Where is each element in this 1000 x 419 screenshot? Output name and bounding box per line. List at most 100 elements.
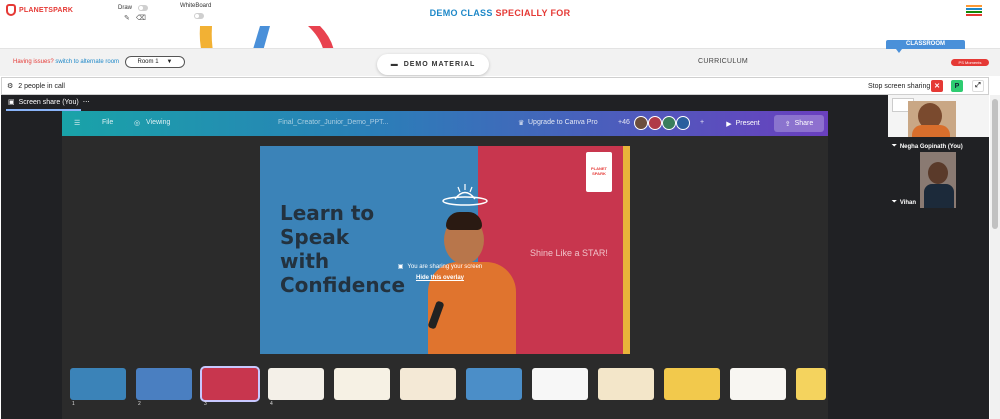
slide-thumbnail[interactable] (730, 368, 786, 400)
gear-icon[interactable]: ⚙ (7, 82, 13, 90)
avatar[interactable] (676, 116, 690, 130)
classroom-caret-icon (896, 49, 902, 53)
collaborator-count[interactable]: +46 (618, 119, 630, 126)
canva-upgrade-link[interactable]: Upgrade to Canva Pro (528, 119, 598, 126)
add-icon[interactable]: + (700, 119, 704, 126)
demo-material-label: DEMO MATERIAL (403, 61, 476, 68)
slide-thumbnail-strip: 1 2 3 4 (68, 366, 828, 408)
tab-curriculum[interactable]: CURRICULUM (698, 58, 748, 65)
shared-screen: ☰ File ◎ Viewing Final_Creator_Junior_De… (62, 111, 828, 419)
switch-room-link[interactable]: switch to alternate room (55, 59, 119, 65)
participant-tile-vihan[interactable]: ⏷ Vihan (888, 152, 989, 208)
ps-moments-pill[interactable]: PS Moments (951, 59, 989, 66)
present-button[interactable]: ▶ Present (718, 115, 768, 132)
thumbnail-number: 4 (270, 401, 273, 407)
issue-notice: Having issues? switch to alternate room (13, 59, 119, 65)
stop-share-button[interactable]: ✕ (931, 80, 943, 92)
viewing-icon: ◎ (134, 120, 141, 127)
sharing-overlay-text: You are sharing your screen (407, 263, 483, 270)
present-icon: ▣ (8, 99, 15, 106)
slide-headline: Learn to Speak with Confidence (280, 201, 405, 297)
meeting-area: ▣ Screen share (You) ⋯ ☰ File ◎ Viewing … (1, 95, 989, 419)
slide-thumbnail[interactable] (136, 368, 192, 400)
title-specially-for: SPECIALLY FOR (495, 8, 571, 18)
people-count: ⚙ 2 people in call (7, 82, 65, 91)
avatar[interactable] (648, 116, 662, 130)
thumbnail-number: 2 (138, 401, 141, 407)
participant-tile-negha[interactable]: ⏷ Negha Gopinath (You) (888, 95, 989, 152)
slide-thumbnail[interactable] (466, 368, 522, 400)
slide-thumbnail[interactable] (334, 368, 390, 400)
expand-icon[interactable]: ⤢ (972, 80, 984, 92)
more-options-icon[interactable]: ⋯ (83, 98, 90, 106)
top-header: PLANETSPARK Draw ✎ ⌫ WhiteBoard DEMO CLA… (0, 0, 1000, 26)
present-label: Present (735, 120, 760, 127)
canva-file-menu[interactable]: File (102, 119, 113, 126)
tab-classroom[interactable]: CLASSROOM (886, 40, 965, 49)
slide-thumbnail[interactable] (598, 368, 654, 400)
thumbnail-number: 3 (204, 401, 207, 407)
participant-label: ⏷ Negha Gopinath (You) (892, 143, 963, 150)
share-label: Share (794, 120, 814, 127)
slide-thumbnail[interactable] (400, 368, 456, 400)
participant-name: Vihan (899, 199, 917, 206)
issue-text: Having issues? (13, 59, 54, 65)
screen-share-tab[interactable]: ▣ Screen share (You) ⋯ (8, 98, 90, 107)
mic-icon: ⏷ (892, 199, 897, 205)
menu-flag-icon[interactable] (966, 5, 982, 17)
slide-thumbnail[interactable] (70, 368, 126, 400)
folder-icon: ▬ (390, 61, 399, 68)
share-button[interactable]: ⇪ Share (774, 115, 824, 132)
flag-stripe (966, 5, 982, 7)
thumbnail-number: 1 (72, 401, 75, 407)
canva-doc-title[interactable]: Final_Creator_Junior_Demo_PPT... (278, 119, 389, 126)
sharing-overlay: ▣ You are sharing your screen Hide this … (380, 263, 500, 282)
slide-canvas: Learn to Speak with Confidence Shine Lik… (260, 146, 630, 354)
page-title: DEMO CLASS SPECIALLY FOR (0, 8, 1000, 18)
planet-spark-badge: PLANET SPARK (586, 152, 612, 192)
flag-stripe (966, 11, 982, 13)
participants-empty-area (888, 208, 989, 419)
hamburger-icon[interactable]: ☰ (74, 119, 80, 127)
mic-icon: ⏷ (892, 143, 897, 149)
canva-viewing-menu[interactable]: Viewing (146, 119, 170, 126)
slide-accent-strip (623, 146, 630, 354)
screen-share-tab-label: Screen share (You) (18, 98, 79, 106)
p-button[interactable]: P (951, 80, 963, 92)
present-play-icon: ▶ (726, 120, 732, 128)
slide-thumbnail[interactable] (796, 368, 826, 400)
room-select[interactable]: Room 1 ▼ (125, 56, 185, 68)
slide-thumbnail[interactable] (532, 368, 588, 400)
room-select-value: Room 1 (137, 59, 159, 65)
people-count-text: 2 people in call (18, 82, 65, 90)
child-figure-hair (446, 212, 482, 230)
stop-share-label: Stop screen sharing (868, 83, 931, 90)
slide-thumbnail[interactable] (200, 366, 260, 402)
demo-material-button[interactable]: ▬ DEMO MATERIAL (377, 54, 489, 75)
participant-face (928, 162, 948, 184)
sparkle-crown-icon (442, 184, 488, 206)
title-demo-class: DEMO CLASS (429, 8, 493, 18)
screen-share-icon: ▣ (397, 264, 404, 270)
call-bar: ⚙ 2 people in call Stop screen sharing ✕… (1, 77, 989, 95)
participant-shirt (924, 184, 954, 208)
flag-stripe (966, 8, 982, 10)
hide-overlay-link[interactable]: Hide this overlay (380, 275, 500, 281)
headline-line: Speak (280, 225, 350, 249)
headline-line: Learn to (280, 201, 375, 225)
slide-thumbnail[interactable] (664, 368, 720, 400)
chevron-down-icon: ▼ (166, 59, 173, 65)
crown-icon: ♛ (518, 120, 525, 127)
sharing-overlay-line: ▣ You are sharing your screen (380, 263, 500, 271)
avatar[interactable] (662, 116, 676, 130)
participant-label: ⏷ Vihan (892, 199, 916, 206)
canva-toolbar: ☰ File ◎ Viewing Final_Creator_Junior_De… (62, 111, 828, 136)
slide-tagline: Shine Like a STAR! (530, 248, 608, 258)
close-icon: ✕ (934, 83, 940, 90)
upload-icon: ⇪ (784, 120, 791, 128)
page-scrollbar[interactable] (990, 95, 1000, 419)
app-root: PLANETSPARK Draw ✎ ⌫ WhiteBoard DEMO CLA… (0, 0, 1000, 419)
slide-thumbnail[interactable] (268, 368, 324, 400)
avatar[interactable] (634, 116, 648, 130)
participant-name: Negha Gopinath (You) (899, 143, 963, 150)
